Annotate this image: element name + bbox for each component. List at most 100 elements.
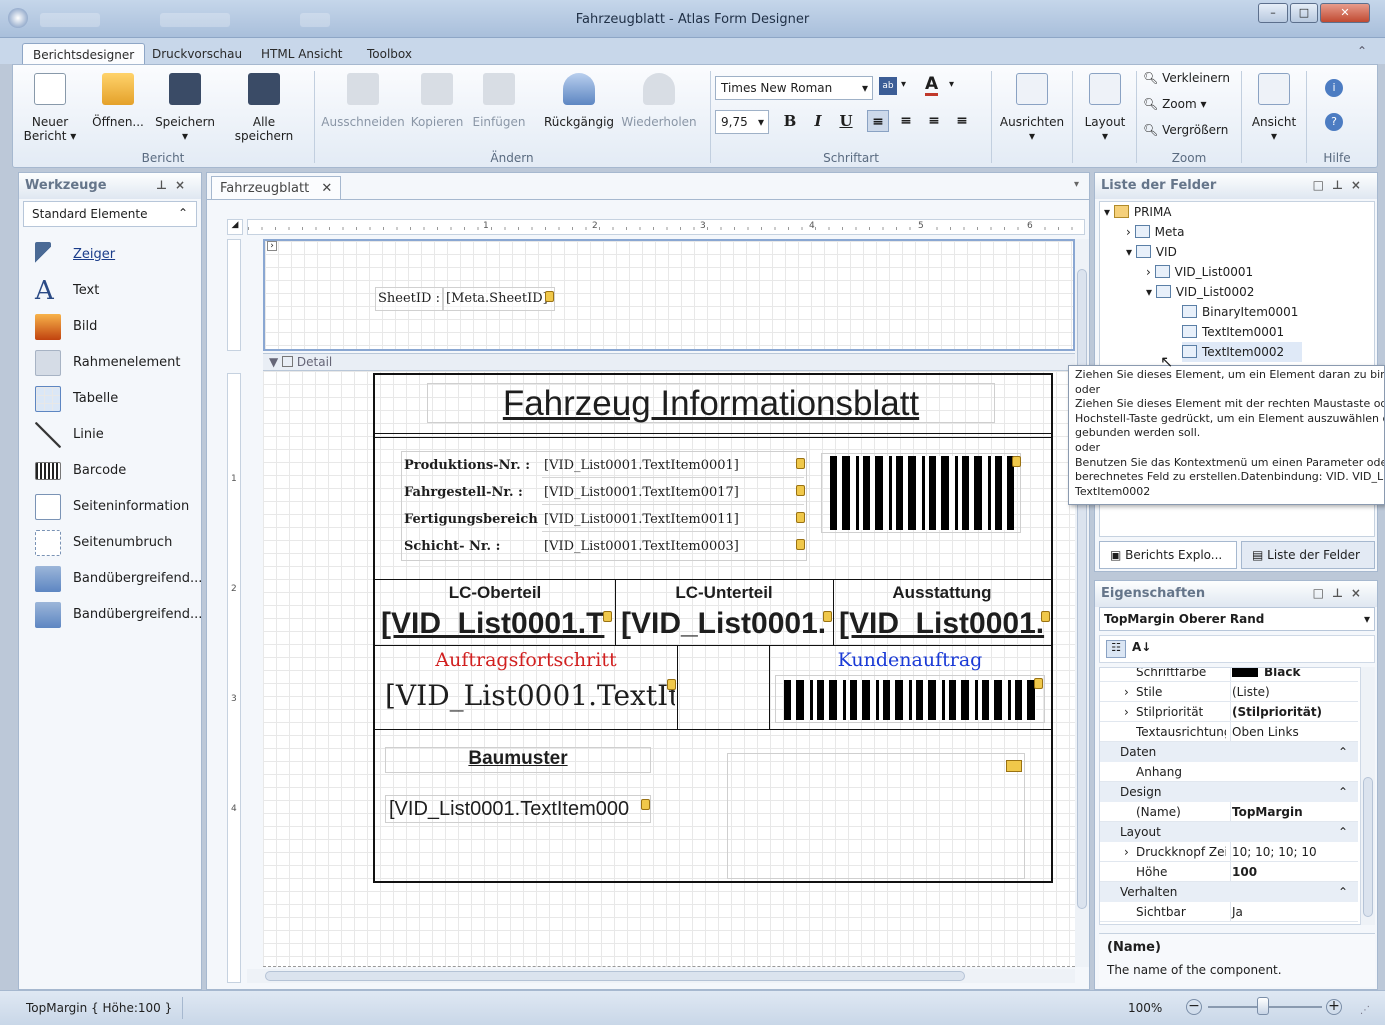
zoom-out-button[interactable]: 🔍︎ Verkleinern [1143,71,1230,85]
properties-scrollbar[interactable] [1361,667,1375,925]
sort-az-icon[interactable]: A↓ [1132,640,1151,654]
scroll-thumb[interactable] [1363,777,1373,917]
align-button[interactable]: Ausrichten ▾ [999,69,1065,147]
layout-button[interactable]: Layout ▾ [1077,69,1133,147]
progress-value[interactable]: [VID_List0001.TextIte [385,679,675,719]
tab-field-list[interactable]: ▤ Liste der Felder [1241,541,1375,569]
tool-pagebreak[interactable]: Seitenumbruch [27,525,197,561]
chevron-right-icon[interactable]: › [1146,265,1155,279]
smart-tag-icon[interactable] [823,611,832,622]
tree-node-prima[interactable]: ▾ PRIMA [1104,202,1172,222]
align-justify-icon[interactable]: ≡ [951,110,973,132]
field-value[interactable]: [VID_List0001.TextItem0017] [542,481,804,505]
smart-tag-icon[interactable] [796,458,805,469]
col-ausstattung-title[interactable]: Ausstattung [833,583,1051,603]
prop-row[interactable]: Höhe 100 [1100,862,1358,882]
field-value[interactable]: [VID_List0001.TextItem0001] [542,454,804,478]
chevron-right-icon[interactable]: › [1124,842,1129,862]
barcode-2[interactable] [775,675,1045,723]
field-value[interactable]: [VID_List0001.TextItem0011] [542,508,804,532]
picture-box[interactable] [727,753,1025,879]
field-label[interactable]: Schicht- Nr. : [404,535,542,559]
tree-node-vid-list0002[interactable]: ▾ VID_List0002 [1146,282,1254,302]
minimize-button[interactable]: – [1258,3,1288,23]
zoom-plus-icon[interactable]: + [1326,999,1342,1015]
smart-tag-icon[interactable] [545,291,554,302]
model-title[interactable]: Baumuster [385,747,651,773]
tab-html-ansicht[interactable]: HTML Ansicht [251,43,353,65]
document-tab[interactable]: Fahrzeugblatt ✕ [211,176,342,199]
prop-row[interactable]: Textausrichtung Oben Links [1100,722,1358,742]
smart-tag-icon[interactable] [1006,760,1022,772]
field-label[interactable]: Produktions-Nr. : [404,454,542,478]
scroll-thumb[interactable] [265,971,965,981]
chevron-right-icon[interactable]: › [1124,702,1129,722]
field-label[interactable]: Fertigungsbereich : [404,508,542,532]
smart-tag-icon[interactable] [1012,456,1021,467]
ribbon-collapse-icon[interactable]: ⌃ [1357,44,1367,58]
highlight-color-icon[interactable]: ab [879,77,897,95]
smart-tag-icon[interactable] [796,512,805,523]
band-expander-icon[interactable]: › [267,241,277,251]
prop-row[interactable]: (Name) TopMargin [1100,802,1358,822]
field-value[interactable]: [VID_List0001.TextItem0003] [542,535,804,559]
chevron-down-icon[interactable]: ▾ [1126,245,1136,259]
prop-row[interactable]: Anhang [1100,762,1358,782]
smart-tag-icon[interactable] [1041,611,1050,622]
col-oberteil-title[interactable]: LC-Oberteil [375,583,615,603]
tool-pageinfo[interactable]: Seiteninformation [27,489,197,525]
resize-grip-icon[interactable]: ⋰ [1360,1005,1370,1016]
panel-pin-close-icon[interactable]: ⊥× [156,178,193,192]
sheet-id-field[interactable]: [Meta.SheetID] [443,287,555,311]
tool-text[interactable]: A Text [27,273,197,309]
categorized-icon[interactable]: ☷ [1106,640,1126,658]
object-selector[interactable]: TopMargin Oberer Rand ▾ [1099,607,1375,631]
tree-node-vid[interactable]: ▾ VID [1126,242,1177,262]
tool-image[interactable]: Bild [27,309,197,345]
chevron-down-icon[interactable]: ▾ [1146,285,1156,299]
prop-row[interactable]: ›Druckknopf Zeile10; 10; 10; 10 [1100,842,1358,862]
tree-node-binaryitem0001[interactable]: BinaryItem0001 [1182,302,1298,322]
tab-druckvorschau[interactable]: Druckvorschau [142,43,252,65]
tool-table[interactable]: Tabelle [27,381,197,417]
maximize-button[interactable]: □ [1290,3,1318,23]
vertical-scrollbar[interactable] [1075,239,1089,967]
save-button[interactable]: Speichern ▾ [153,69,217,147]
prop-row[interactable]: › Stile (Liste) [1100,682,1358,702]
font-size-select[interactable]: 9,75 ▾ [715,110,769,134]
italic-button[interactable]: I [807,110,829,132]
bold-button[interactable]: B [779,110,801,132]
copy-button[interactable]: Kopieren [409,69,465,147]
paste-button[interactable]: Einfügen [471,69,527,147]
zoom-in-button[interactable]: 🔍︎ Vergrößern [1143,123,1228,137]
prop-category-design[interactable]: Design ⌃ [1100,782,1358,802]
prop-row[interactable]: Sichtbar Ja [1100,902,1358,922]
tool-frame[interactable]: Rahmenelement [27,345,197,381]
detail-band-header[interactable]: ▼ Detail [263,353,1077,371]
top-margin-band[interactable]: › SheetID : [Meta.SheetID] [263,239,1075,351]
chevron-down-icon[interactable]: ▾ [1104,205,1114,219]
chevron-down-icon[interactable]: ▾ [949,79,954,90]
form-heading[interactable]: Fahrzeug Informationsblatt [427,383,995,423]
align-left-icon[interactable]: ≡ [867,110,889,132]
tree-node-textitem0001[interactable]: TextItem0001 [1182,322,1284,342]
tool-crossband-1[interactable]: Bandübergreifend... [27,561,202,597]
tab-berichtsdesigner[interactable]: Berichtsdesigner [22,43,146,65]
chevron-right-icon[interactable]: › [1124,682,1129,702]
col-unterteil-title[interactable]: LC-Unterteil [615,583,833,603]
col-ausstattung-value[interactable]: [VID_List0001. [839,607,1047,643]
tool-crossband-2[interactable]: Bandübergreifend... [27,597,202,633]
chevron-down-icon[interactable]: ▾ [1074,179,1079,190]
tab-report-explorer[interactable]: ▣ Berichts Explo... [1099,541,1237,569]
open-button[interactable]: Öffnen... [87,69,149,147]
font-color-icon[interactable]: A [925,75,939,96]
prop-category-verhalten[interactable]: Verhalten ⌃ [1100,882,1358,902]
collapse-icon[interactable]: ▼ [269,355,278,369]
save-all-button[interactable]: Alle speichern [223,69,305,147]
close-icon[interactable]: ✕ [321,181,332,196]
tree-node-textitem0002[interactable]: TextItem0002 [1182,342,1303,362]
new-report-button[interactable]: Neuer Bericht ▾ [19,69,81,147]
underline-button[interactable]: U [835,110,857,132]
tool-pointer[interactable]: Zeiger [27,237,197,273]
redo-button[interactable]: Wiederholen [621,69,697,147]
